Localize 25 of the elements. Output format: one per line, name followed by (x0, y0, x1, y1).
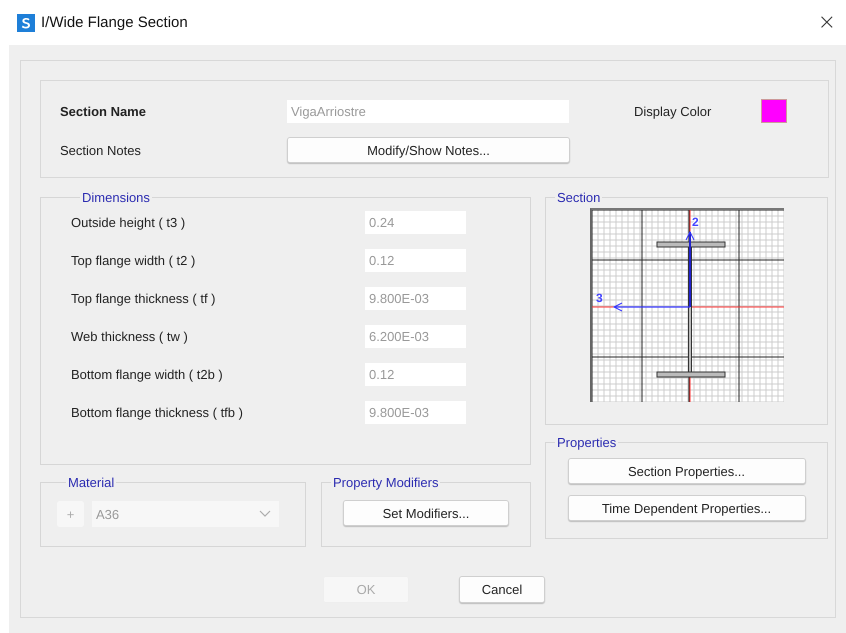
dimension-label: Top flange thickness ( tf ) (71, 291, 217, 306)
section-name-label: Section Name (60, 104, 147, 118)
notes-button[interactable]: Modify/Show Notes... (287, 137, 570, 163)
section-notes-label: Section Notes (60, 142, 142, 158)
group-title: Property Modifiers (332, 475, 440, 490)
display-color-label: Display Color (633, 104, 712, 118)
dimension-label: Outside height ( t3 ) (71, 215, 186, 230)
section-preview-drawing: 2 3 (590, 208, 784, 402)
color-swatch[interactable] (761, 99, 787, 123)
chevron-down-icon (259, 510, 271, 518)
group-title: Section (556, 190, 602, 205)
dimension-label: Web thickness ( tw ) (71, 329, 189, 344)
dialog-button[interactable]: Cancel (459, 576, 545, 603)
properties-button[interactable]: Section Properties... (568, 458, 806, 484)
group-title: Dimensions (81, 190, 151, 205)
group-title: Material (67, 475, 116, 490)
app-logo-icon (17, 14, 35, 32)
window-title: I/Wide Flange Section (41, 14, 188, 31)
dimension-label: Top flange width ( t2 ) (71, 253, 196, 268)
set-modifiers-button[interactable]: Set Modifiers... (343, 500, 509, 526)
dimension-label: Bottom flange width ( t2b ) (71, 367, 224, 382)
group-title: Properties (556, 435, 618, 450)
properties-button[interactable]: Time Dependent Properties... (568, 495, 806, 521)
dimension-label: Bottom flange thickness ( tfb ) (71, 405, 244, 420)
close-button[interactable]: × (814, 10, 840, 35)
